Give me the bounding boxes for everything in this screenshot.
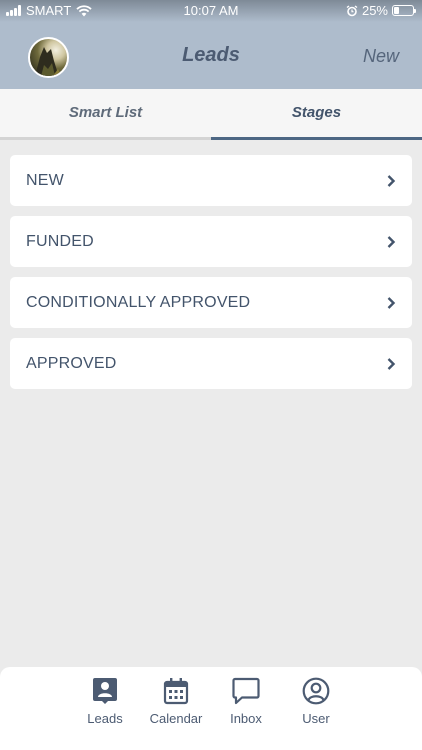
tab-bar-user[interactable]: User: [281, 677, 351, 726]
stage-item-conditionally-approved[interactable]: CONDITIONALLY APPROVED: [10, 277, 412, 328]
stage-list: NEW FUNDED CONDITIONALLY APPROVED APPROV…: [10, 155, 412, 399]
tab-bar-label: Leads: [87, 711, 123, 726]
bottom-tab-bar: Leads Calendar Inbox User: [0, 667, 422, 750]
new-lead-button[interactable]: New: [363, 46, 399, 67]
contact-card-icon: [93, 678, 117, 704]
tab-smart-list[interactable]: Smart List: [0, 89, 211, 140]
stage-item-new[interactable]: NEW: [10, 155, 412, 206]
stage-label: NEW: [26, 171, 64, 189]
stage-label: APPROVED: [26, 354, 117, 372]
battery-percent: 25%: [361, 3, 388, 18]
chevron-right-icon: [387, 235, 396, 248]
tab-bar-calendar[interactable]: Calendar: [141, 677, 211, 726]
stage-label: FUNDED: [26, 232, 94, 250]
tab-bar-inbox[interactable]: Inbox: [211, 677, 281, 726]
tab-bar-label: User: [302, 711, 330, 726]
chat-bubble-icon: [232, 677, 260, 705]
user-circle-icon: [302, 677, 330, 705]
alarm-icon: [346, 4, 358, 16]
page-title: Leads: [182, 44, 240, 66]
status-bar: SMART 10:07 AM 25%: [0, 0, 422, 22]
chevron-right-icon: [387, 174, 396, 187]
segment-tabs: Smart List Stages: [0, 89, 422, 140]
calendar-icon: [163, 678, 189, 705]
stage-item-funded[interactable]: FUNDED: [10, 216, 412, 267]
tab-bar-label: Calendar: [149, 711, 203, 726]
status-right: 25%: [346, 3, 416, 18]
tab-bar-label: Inbox: [230, 711, 262, 726]
tab-bar-leads[interactable]: Leads: [70, 677, 140, 726]
battery-icon: [392, 5, 416, 16]
chevron-right-icon: [387, 296, 396, 309]
stage-label: CONDITIONALLY APPROVED: [26, 293, 251, 311]
tab-stages[interactable]: Stages: [211, 89, 422, 140]
nav-bar: Leads New: [0, 22, 422, 89]
chevron-right-icon: [387, 357, 396, 370]
stage-item-approved[interactable]: APPROVED: [10, 338, 412, 389]
